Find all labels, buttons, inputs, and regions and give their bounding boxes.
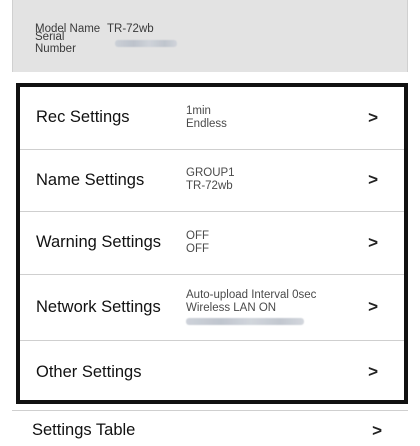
chevron-right-icon: > — [368, 107, 378, 127]
auto-upload-interval-value: Auto-upload Interval 0sec — [186, 289, 317, 302]
wireless-lan-value: Wireless LAN ON — [186, 302, 277, 315]
network-settings-title: Network Settings — [36, 297, 161, 316]
device-info-header: Model Name TR-72wb Serial Number — [12, 0, 408, 72]
group-name-value: GROUP1 — [186, 167, 235, 180]
chevron-right-icon: > — [368, 362, 378, 382]
device-name-value: TR-72wb — [186, 180, 233, 193]
network-settings-values: Auto-upload Interval 0sec Wireless LAN O… — [186, 289, 317, 326]
settings-table-row[interactable]: Settings Table > — [12, 410, 408, 446]
rec-interval-value: 1min — [186, 104, 211, 117]
chevron-right-icon: > — [368, 170, 378, 190]
chevron-right-icon: > — [368, 232, 378, 252]
network-settings-row[interactable]: Network Settings Auto-upload Interval 0s… — [20, 275, 404, 341]
warning-value-2: OFF — [186, 242, 209, 255]
other-settings-title: Other Settings — [36, 362, 142, 381]
model-name-value: TR-72wb — [107, 23, 154, 35]
name-settings-title: Name Settings — [36, 170, 145, 189]
name-settings-row[interactable]: Name Settings GROUP1 TR-72wb > — [20, 150, 404, 213]
other-settings-row[interactable]: Other Settings > — [20, 341, 404, 404]
chevron-right-icon: > — [368, 297, 378, 317]
warning-settings-values: OFF OFF — [186, 230, 209, 256]
rec-settings-row[interactable]: Rec Settings 1min Endless > — [20, 87, 404, 150]
warning-settings-row[interactable]: Warning Settings OFF OFF > — [20, 212, 404, 275]
rec-settings-title: Rec Settings — [36, 108, 130, 127]
warning-value-1: OFF — [186, 229, 209, 242]
warning-settings-title: Warning Settings — [36, 233, 162, 252]
rec-settings-values: 1min Endless — [186, 105, 227, 131]
settings-highlight-box: Rec Settings 1min Endless > Name Setting… — [16, 83, 408, 404]
serial-number-redacted — [115, 39, 177, 47]
settings-table-title: Settings Table — [32, 421, 136, 439]
chevron-right-icon: > — [372, 420, 382, 440]
serial-number-row: Serial Number — [35, 31, 407, 55]
serial-number-label: Serial Number — [35, 31, 76, 55]
network-redacted-value — [186, 318, 304, 326]
name-settings-values: GROUP1 TR-72wb — [186, 167, 235, 193]
rec-mode-value: Endless — [186, 117, 227, 130]
